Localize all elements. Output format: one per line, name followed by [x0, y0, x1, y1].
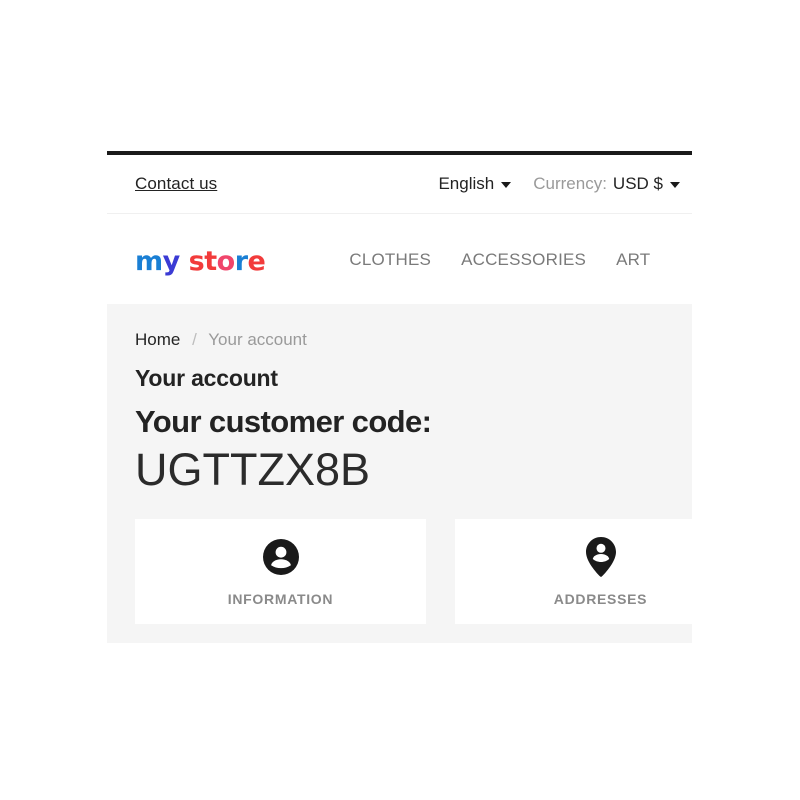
logo-letter: e — [247, 245, 266, 277]
logo-letter — [180, 248, 189, 275]
nav-item-art[interactable]: ART — [616, 250, 650, 270]
language-selector[interactable]: English — [438, 174, 512, 194]
site-header: my store CLOTHES ACCESSORIES ART — [107, 214, 692, 304]
nav-item-clothes[interactable]: CLOTHES — [349, 250, 431, 270]
currency-selector-label: Currency: — [533, 174, 607, 193]
store-page: Contact us English Currency: USD $ my st… — [107, 151, 692, 644]
logo-letter: m — [135, 245, 163, 277]
main-navigation: CLOTHES ACCESSORIES ART — [349, 250, 650, 270]
logo-letter: t — [204, 245, 217, 277]
account-tiles: INFORMATION ADDRESSES — [135, 519, 692, 625]
logo-letter: r — [234, 245, 248, 277]
chevron-down-icon — [670, 182, 680, 188]
main-content: Home / Your account Your account Your cu… — [107, 304, 692, 644]
contact-us-link[interactable]: Contact us — [135, 174, 217, 194]
top-bar-right-group: English Currency: USD $ — [438, 174, 680, 194]
store-logo[interactable]: my store — [135, 245, 266, 277]
breadcrumb: Home / Your account — [135, 330, 692, 350]
breadcrumb-item-home[interactable]: Home — [135, 330, 180, 349]
language-selector-value: English — [438, 174, 495, 193]
currency-selector-value: USD $ — [612, 174, 663, 193]
currency-selector[interactable]: Currency: USD $ — [533, 174, 680, 194]
breadcrumb-separator: / — [192, 330, 197, 349]
logo-letter: s — [188, 245, 205, 277]
customer-code-value: UGTTZX8B — [135, 443, 371, 495]
nav-item-accessories[interactable]: ACCESSORIES — [461, 250, 586, 270]
customer-code-heading: Your customer code: — [135, 404, 432, 439]
account-tile-label: ADDRESSES — [553, 590, 648, 607]
account-tile-label: INFORMATION — [227, 590, 334, 607]
logo-letter: o — [216, 245, 236, 277]
breadcrumb-item-current: Your account — [208, 330, 307, 349]
map-pin-person-icon — [584, 536, 618, 577]
account-tile-information[interactable]: INFORMATION — [135, 519, 426, 625]
logo-letter: y — [162, 245, 181, 277]
account-tile-addresses[interactable]: ADDRESSES — [455, 519, 692, 625]
page-title: Your account — [135, 365, 278, 391]
top-bar: Contact us English Currency: USD $ — [107, 155, 692, 214]
user-circle-icon — [262, 537, 300, 577]
chevron-down-icon — [501, 182, 512, 188]
